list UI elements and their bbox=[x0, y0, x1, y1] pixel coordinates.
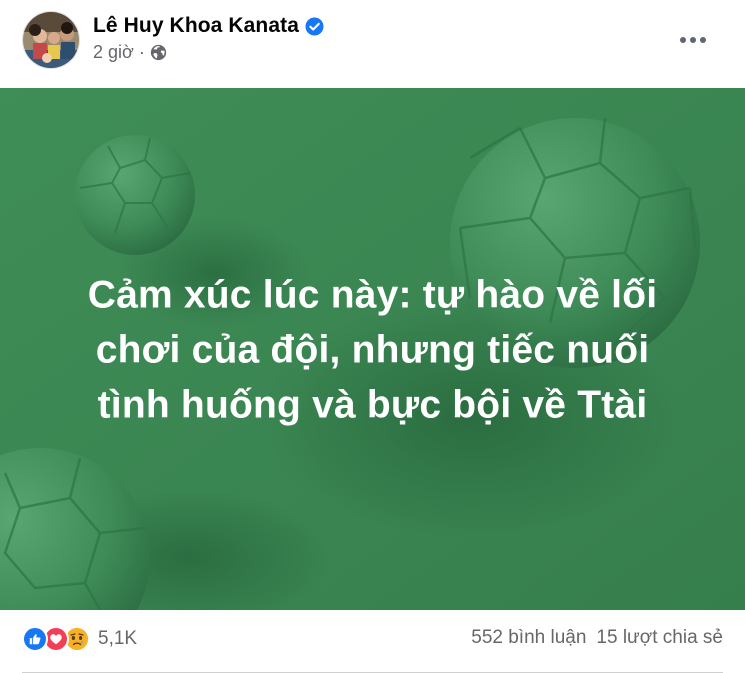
engagement-stats: 552 bình luận 15 lượt chia sẻ bbox=[471, 627, 723, 649]
post-text-line: Cảm xúc lúc này: tự hào về lối bbox=[87, 273, 658, 317]
post-background-card[interactable]: Cảm xúc lúc này: tự hào về lối chơi của … bbox=[0, 88, 745, 610]
reaction-summary[interactable]: 5,1K bbox=[22, 626, 137, 652]
globe-icon[interactable] bbox=[150, 44, 167, 61]
post-meta: 2 giờ · bbox=[93, 41, 167, 63]
more-options-icon bbox=[680, 37, 686, 43]
facebook-post: Lê Huy Khoa Kanata 2 giờ · Cảm xúc lúc n… bbox=[0, 0, 745, 673]
post-header: Lê Huy Khoa Kanata 2 giờ · bbox=[0, 0, 745, 88]
verified-badge-icon bbox=[305, 16, 324, 36]
meta-separator: · bbox=[138, 41, 145, 62]
post-text: Cảm xúc lúc này: tự hào về lối chơi của … bbox=[20, 268, 725, 433]
post-time[interactable]: 2 giờ bbox=[93, 42, 134, 63]
share-count-link[interactable]: 15 lượt chia sẻ bbox=[596, 627, 723, 649]
comment-count-link[interactable]: 552 bình luận bbox=[471, 627, 586, 649]
more-options-icon bbox=[690, 37, 696, 43]
like-reaction-icon bbox=[22, 626, 48, 652]
post-text-line: chơi của đội, nhưng tiếc nuối bbox=[95, 328, 650, 372]
avatar[interactable] bbox=[22, 11, 80, 69]
post-footer: 5,1K 552 bình luận 15 lượt chia sẻ bbox=[0, 610, 745, 673]
author-name[interactable]: Lê Huy Khoa Kanata bbox=[93, 14, 299, 38]
author-row: Lê Huy Khoa Kanata bbox=[93, 12, 324, 40]
more-options-icon bbox=[700, 37, 706, 43]
post-text-line: tình huống và bực bội về Ttài bbox=[97, 383, 648, 427]
more-options-button[interactable] bbox=[673, 22, 713, 58]
reaction-count[interactable]: 5,1K bbox=[98, 628, 137, 650]
